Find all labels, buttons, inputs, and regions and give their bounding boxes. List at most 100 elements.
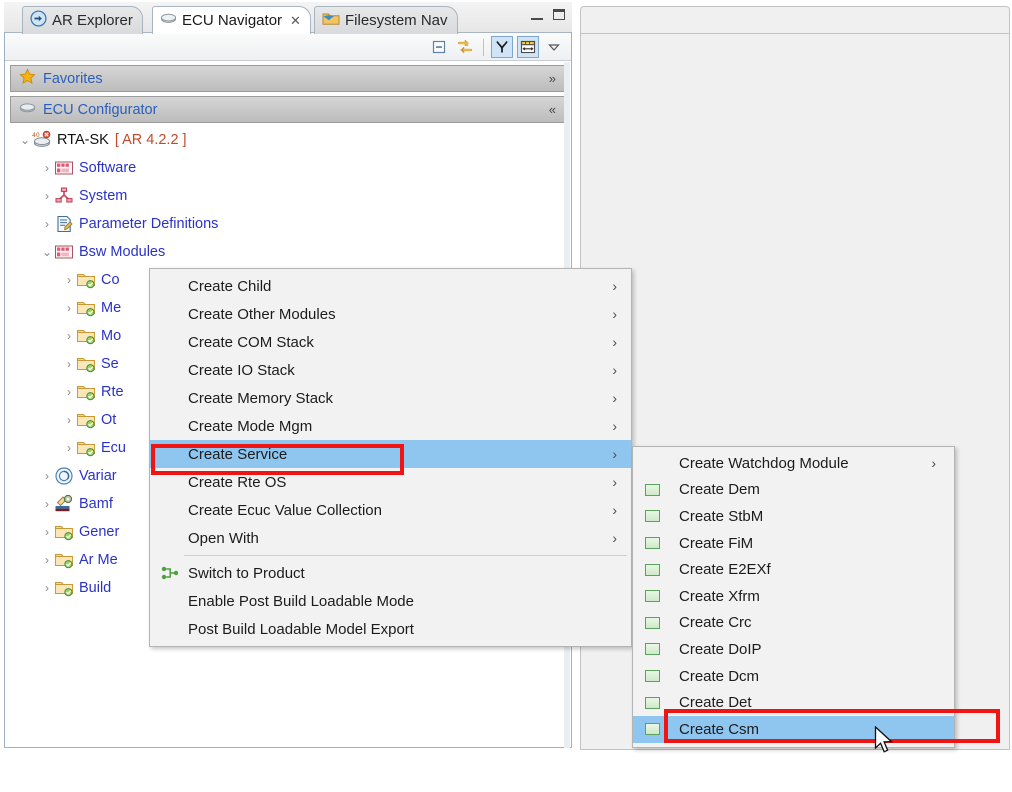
submenu-item[interactable]: Create E2EXf [633, 556, 954, 583]
chevron-right-icon: › [612, 502, 617, 518]
context-menu-item[interactable]: Open With › [150, 524, 631, 552]
chevron-right-icon: › [931, 455, 936, 472]
tree-item[interactable]: › Parameter Definitions [10, 210, 566, 238]
submenu-item[interactable]: Create Dcm [633, 663, 954, 690]
checkbox-icon[interactable] [645, 510, 660, 523]
tree-item[interactable]: › System [10, 182, 566, 210]
folder-blue-icon [322, 10, 340, 31]
checkbox-icon[interactable] [645, 670, 660, 683]
submenu-item-label: Create Csm [679, 720, 760, 738]
bamf-icon [54, 494, 74, 514]
context-menu-item[interactable]: Post Build Loadable Model Export [150, 615, 631, 643]
tab-ar-explorer[interactable]: AR Explorer [22, 6, 143, 34]
context-menu-item[interactable]: Create Ecuc Value Collection › [150, 496, 631, 524]
context-menu-item[interactable]: Create IO Stack › [150, 356, 631, 384]
tree-expander-icon[interactable]: › [62, 385, 76, 399]
submenu-item[interactable]: Create Watchdog Module › [633, 450, 954, 477]
tree-expander-icon[interactable]: › [40, 525, 54, 539]
tree-expander-icon[interactable]: › [62, 413, 76, 427]
tree-expander-icon[interactable]: › [62, 441, 76, 455]
tree-expander-icon[interactable]: › [40, 161, 54, 175]
context-menu-item[interactable]: Create Other Modules › [150, 300, 631, 328]
tree-expander-icon[interactable]: › [62, 329, 76, 343]
chevron-right-icon: › [612, 306, 617, 322]
checkbox-icon[interactable] [645, 537, 660, 550]
minimize-icon[interactable] [531, 9, 543, 20]
menu-item-label: Create COM Stack [188, 333, 314, 351]
tab-filesystem-nav[interactable]: Filesystem Nav [314, 6, 458, 34]
tree-item-label: Bsw Modules [79, 244, 166, 260]
checkbox-icon[interactable] [645, 483, 660, 496]
context-menu-item[interactable]: Create COM Stack › [150, 328, 631, 356]
submenu-item[interactable]: Create Crc [633, 610, 954, 637]
context-menu-item[interactable]: Create Rte OS › [150, 468, 631, 496]
submenu-item[interactable]: Create Dem [633, 477, 954, 504]
tree-expander-icon[interactable]: ⌄ [40, 245, 54, 259]
checkbox-icon[interactable] [645, 616, 660, 629]
table-layout-icon[interactable] [517, 36, 539, 58]
context-menu-item[interactable]: Create Mode Mgm › [150, 412, 631, 440]
tree-item[interactable]: ⌄ 40 RTA-SK [ AR 4.2.2 ] [10, 126, 566, 154]
submenu-item[interactable]: Create Csm [633, 715, 954, 743]
tree-expander-icon[interactable]: › [40, 469, 54, 483]
folder-icon [76, 438, 96, 458]
checkbox-icon[interactable] [645, 590, 660, 603]
tree-expander-icon[interactable]: › [40, 217, 54, 231]
editor-tab-row [580, 6, 1010, 34]
menu-item-label: Create Ecuc Value Collection [188, 501, 382, 519]
checkbox-icon[interactable] [645, 643, 660, 656]
tree-expander-icon[interactable]: › [62, 273, 76, 287]
context-menu-item[interactable]: Create Child › [150, 272, 631, 300]
tree-item-label: Build [79, 580, 112, 596]
ecu-project-icon: 40 [32, 130, 52, 150]
tree-expander-icon[interactable]: › [62, 357, 76, 371]
tree-expander-icon[interactable]: ⌄ [18, 133, 32, 147]
tree-expander-icon[interactable]: › [40, 581, 54, 595]
folder-icon [76, 382, 96, 402]
chevron-right-icon: › [612, 446, 617, 462]
chevron-down-icon[interactable]: » [549, 72, 556, 85]
chevron-right-icon: › [612, 474, 617, 490]
menu-item-label: Create Memory Stack [188, 389, 334, 407]
tab-ecu-navigator[interactable]: ECU Navigator ✕ [152, 6, 311, 34]
context-menu-item[interactable]: Create Service › [150, 440, 631, 468]
chevron-right-icon: › [612, 362, 617, 378]
submenu-item[interactable]: Create DoIP [633, 636, 954, 663]
filter-tree-icon[interactable] [491, 36, 513, 58]
tree-item[interactable]: › Software [10, 154, 566, 182]
section-favorites[interactable]: Favorites » [10, 65, 566, 92]
submenu-item-label: Create FiM [679, 534, 754, 552]
section-ecu-configurator[interactable]: ECU Configurator « [10, 96, 566, 123]
context-menu-item[interactable]: Enable Post Build Loadable Mode [150, 587, 631, 615]
tree-expander-icon[interactable]: › [40, 497, 54, 511]
context-menu-item[interactable]: Switch to Product [150, 559, 631, 587]
tree-item-label: System [79, 188, 128, 204]
tree-item-label: Variar [79, 468, 117, 484]
maximize-icon[interactable] [553, 9, 565, 20]
chevron-up-icon[interactable]: « [549, 103, 556, 116]
submenu-item[interactable]: Create FiM [633, 530, 954, 557]
submenu-item[interactable]: Create StbM [633, 503, 954, 530]
tree-expander-icon[interactable]: › [62, 301, 76, 315]
menu-item-label: Open With [188, 529, 259, 547]
chevron-right-icon: › [612, 530, 617, 546]
submenu-item[interactable]: Create Det [633, 689, 954, 716]
link-with-editor-icon[interactable] [454, 36, 476, 58]
tree-item[interactable]: ⌄ Bsw Modules [10, 238, 566, 266]
folder-icon [76, 298, 96, 318]
submenu-item-label: Create Watchdog Module [679, 454, 849, 472]
tab-label: AR Explorer [52, 12, 133, 29]
close-icon[interactable]: ✕ [290, 14, 301, 27]
tree-expander-icon[interactable]: › [40, 189, 54, 203]
view-menu-icon[interactable] [543, 36, 565, 58]
checkbox-icon[interactable] [645, 723, 660, 736]
checkbox-icon[interactable] [645, 563, 660, 576]
submenu-item-label: Create Dem [679, 481, 760, 499]
checkbox-icon[interactable] [645, 696, 660, 709]
collapse-all-icon[interactable] [428, 36, 450, 58]
tab-label: Filesystem Nav [345, 12, 448, 29]
tree-item-label: Gener [79, 524, 120, 540]
submenu-item[interactable]: Create Xfrm [633, 583, 954, 610]
context-menu-item[interactable]: Create Memory Stack › [150, 384, 631, 412]
tree-expander-icon[interactable]: › [40, 553, 54, 567]
